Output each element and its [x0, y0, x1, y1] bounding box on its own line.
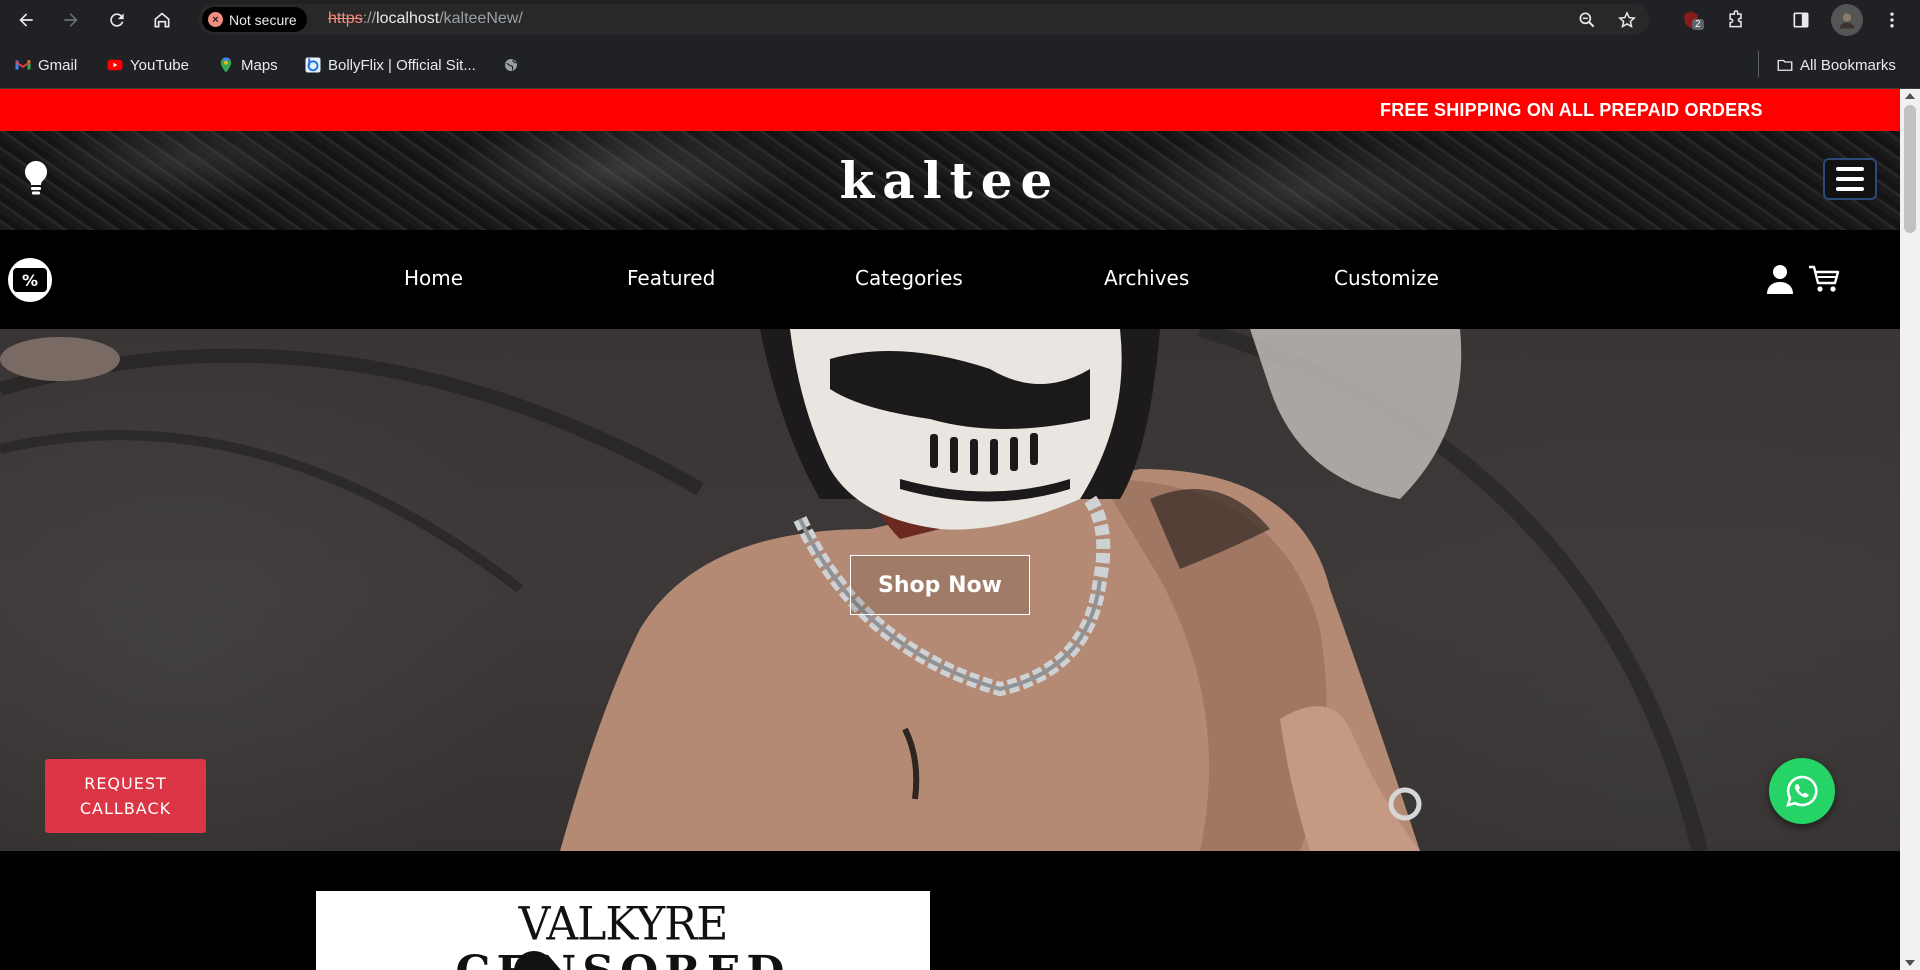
product-poster-image[interactable]: VALKYRE CENSORED — [316, 891, 930, 970]
shop-now-button[interactable]: Shop Now — [850, 555, 1030, 615]
bookmark-youtube[interactable]: YouTube — [106, 54, 189, 76]
site-header: kaltee — [0, 131, 1900, 230]
site-logo[interactable]: kaltee — [0, 151, 1900, 210]
arrow-right-icon — [64, 13, 78, 27]
scroll-up-arrow-icon[interactable] — [1905, 93, 1915, 99]
all-bookmarks-label: All Bookmarks — [1800, 56, 1896, 74]
bookmarks-bar: Gmail YouTube Maps BollyFlix | Official … — [0, 39, 1920, 89]
reload-icon — [110, 13, 124, 27]
whatsapp-chat-button[interactable] — [1769, 758, 1835, 824]
url-separator: :// — [362, 10, 377, 27]
forward-button[interactable] — [55, 4, 87, 36]
whatsapp-icon — [1786, 775, 1818, 807]
not-secure-icon: × — [208, 12, 223, 27]
nav-categories[interactable]: Categories — [855, 266, 963, 290]
back-button[interactable] — [10, 4, 42, 36]
maps-icon — [217, 56, 235, 74]
bookmark-maps[interactable]: Maps — [217, 54, 278, 76]
extensions-button[interactable] — [1720, 4, 1752, 36]
nav-home[interactable]: Home — [404, 266, 463, 290]
announcement-text: FREE SHIPPING ON ALL PREPAID ORDERS — [1380, 100, 1763, 120]
security-chip[interactable]: × Not secure — [202, 7, 307, 32]
scrollbar-thumb[interactable] — [1904, 105, 1916, 233]
reload-button[interactable] — [101, 4, 133, 36]
callback-line-2: CALLBACK — [79, 799, 172, 818]
gmail-icon — [14, 56, 32, 74]
bollyflix-icon — [304, 56, 322, 74]
discount-badge-button[interactable]: % — [8, 258, 52, 302]
scroll-down-arrow-icon[interactable] — [1905, 960, 1915, 966]
web-page: FREE SHIPPING ON ALL PREPAID ORDERS kalt… — [0, 89, 1900, 970]
request-callback-button[interactable]: REQUEST CALLBACK — [45, 759, 206, 833]
callback-line-1: REQUEST — [84, 774, 167, 793]
address-bar[interactable]: × Not secure https://localhost/kalteeNew… — [198, 4, 1650, 35]
avatar-icon — [1839, 13, 1855, 29]
home-icon — [154, 12, 170, 28]
nav-featured[interactable]: Featured — [627, 266, 715, 290]
bookmark-bollyflix[interactable]: BollyFlix | Official Sit... — [304, 54, 476, 76]
kebab-menu-icon — [1890, 12, 1894, 28]
url-scheme: https — [328, 10, 363, 27]
hamburger-menu-button[interactable] — [1823, 158, 1877, 200]
star-icon — [1617, 11, 1637, 28]
url-path: /kalteeNew/ — [439, 10, 523, 27]
bookmark-label: BollyFlix | Official Sit... — [328, 56, 476, 74]
url-text: https://localhost/kalteeNew/ — [328, 10, 523, 28]
youtube-icon — [106, 56, 124, 74]
security-label: Not secure — [229, 11, 297, 28]
menu-button[interactable] — [1876, 4, 1908, 36]
bookmark-star-button[interactable] — [1615, 8, 1639, 32]
bookmark-label: Gmail — [38, 56, 78, 74]
bookmarks-divider — [1758, 51, 1759, 77]
extension-badge: 2 — [1692, 19, 1704, 30]
side-panel-button[interactable] — [1785, 4, 1817, 36]
menu-line — [1836, 167, 1864, 171]
announcement-bar: FREE SHIPPING ON ALL PREPAID ORDERS — [0, 89, 1900, 131]
nav-archives[interactable]: Archives — [1104, 266, 1189, 290]
user-account-icon[interactable] — [1766, 264, 1794, 294]
arrow-left-icon — [19, 13, 33, 27]
bookmark-globe[interactable] — [502, 54, 520, 76]
extension-ublock-button[interactable]: 2 — [1675, 4, 1707, 36]
browser-toolbar: × Not secure https://localhost/kalteeNew… — [0, 0, 1920, 39]
page-scrollbar[interactable] — [1900, 89, 1920, 970]
main-nav: % Home Featured Categories Archives Cust… — [0, 230, 1900, 329]
featured-section: VALKYRE CENSORED — [0, 851, 1900, 970]
side-panel-icon — [1793, 12, 1809, 28]
zoom-button[interactable] — [1575, 8, 1599, 32]
bookmark-label: YouTube — [130, 56, 189, 74]
globe-icon — [502, 56, 520, 74]
zoom-icon — [1579, 12, 1595, 28]
hero-banner: Shop Now — [0, 329, 1900, 851]
bookmark-gmail[interactable]: Gmail — [14, 54, 77, 76]
poster-subtitle: CENSORED — [316, 947, 930, 970]
shopping-cart-icon[interactable] — [1808, 264, 1840, 294]
bookmark-label: Maps — [241, 56, 278, 74]
profile-avatar[interactable] — [1831, 4, 1863, 36]
menu-line — [1836, 187, 1864, 191]
url-host: localhost — [376, 10, 440, 27]
all-bookmarks-button[interactable]: All Bookmarks — [1776, 54, 1896, 76]
nav-customize[interactable]: Customize — [1334, 266, 1439, 290]
folder-icon — [1776, 56, 1794, 74]
home-button[interactable] — [146, 4, 178, 36]
menu-line — [1836, 177, 1864, 181]
puzzle-icon — [1729, 10, 1742, 28]
poster-title: VALKYRE — [518, 897, 729, 952]
discount-tag-icon: % — [13, 268, 47, 292]
